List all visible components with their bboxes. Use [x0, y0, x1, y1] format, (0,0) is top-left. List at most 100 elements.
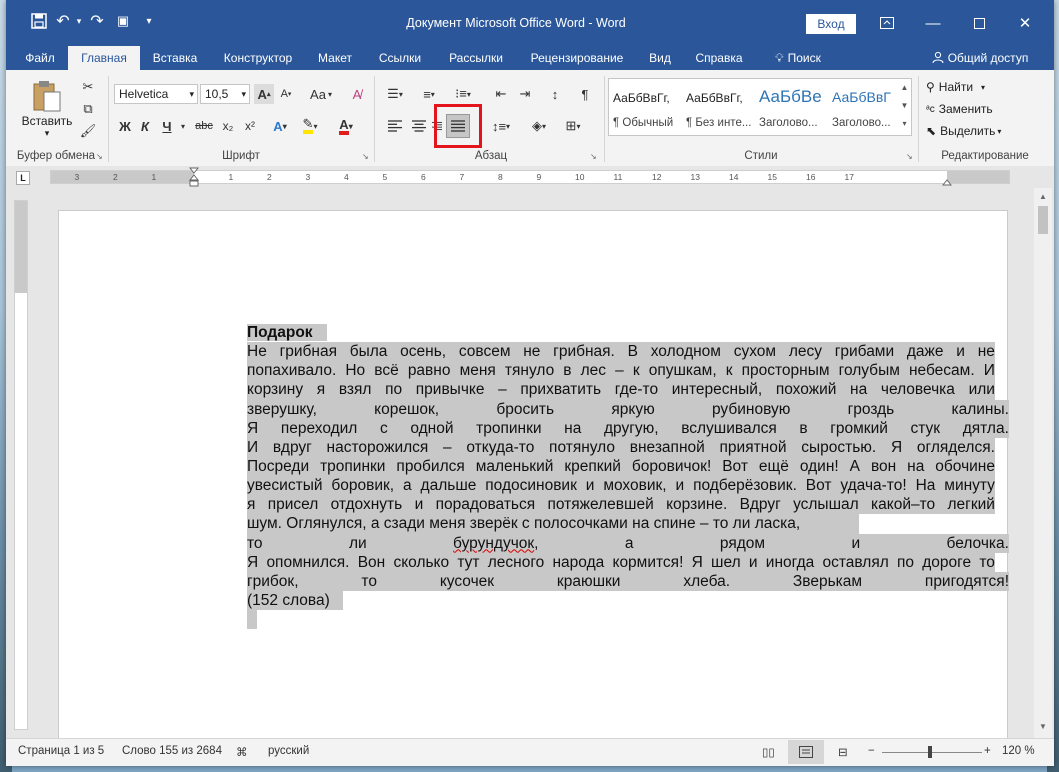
zoom-out-button[interactable]: −	[868, 745, 875, 757]
align-center-icon[interactable]	[408, 114, 430, 138]
style-no-spacing[interactable]: АаБбВвГг, ¶ Без инте...	[682, 79, 754, 135]
vertical-scrollbar[interactable]: ▲ ▼	[1034, 188, 1052, 738]
tab-search[interactable]: 💡︎ Поиск	[760, 46, 836, 70]
underline-button[interactable]: Ч	[158, 116, 176, 136]
undo-dropdown-icon[interactable]: ▾	[74, 9, 84, 33]
tab-mailings[interactable]: Рассылки	[438, 46, 514, 70]
ribbon-display-options-icon[interactable]	[872, 10, 902, 36]
scroll-up-icon[interactable]: ▲	[1034, 192, 1052, 201]
tab-review[interactable]: Рецензирование	[518, 46, 636, 70]
scroll-down-icon[interactable]: ▼	[898, 97, 911, 115]
copy-icon[interactable]: ⧉	[78, 100, 98, 118]
right-indent-marker-icon[interactable]	[941, 177, 953, 187]
font-launcher-icon[interactable]: ↘	[362, 152, 369, 161]
tab-file[interactable]: Файл	[14, 46, 66, 70]
document-word: рубиновую	[711, 400, 791, 418]
bold-button[interactable]: Ж	[116, 116, 134, 136]
superscript-button[interactable]: x²	[240, 116, 260, 136]
scroll-up-icon[interactable]: ▲	[898, 79, 911, 97]
touch-mode-icon[interactable]: ▣	[110, 9, 136, 33]
bullets-icon[interactable]: ☰ ▾	[380, 84, 410, 104]
italic-button[interactable]: К	[136, 116, 154, 136]
decrease-indent-icon[interactable]: ⇤	[490, 84, 512, 104]
document-word: не	[977, 343, 995, 361]
scroll-down-icon[interactable]: ▼	[1034, 722, 1052, 731]
horizontal-ruler[interactable]: 3 2 1 1 2 3 4 5 6 7 8 9 10 11 12 13 14 15 16 17	[50, 167, 1010, 187]
clear-formatting-icon[interactable]: A̸	[346, 84, 368, 104]
indent-marker-icon[interactable]	[188, 167, 200, 187]
proofing-icon[interactable]: ⌘	[236, 745, 248, 759]
language[interactable]: русский	[268, 745, 309, 757]
cut-icon[interactable]: ✂	[78, 78, 98, 96]
maximize-button[interactable]	[964, 10, 994, 36]
document-page[interactable]: Подарок Не грибная была осень, совсем не грибн…	[58, 210, 1009, 752]
change-case-button[interactable]: Аа ▾	[306, 84, 336, 104]
find-button[interactable]: ⚲ Найти ▾	[926, 80, 985, 94]
style-heading-1[interactable]: АаБбВе Заголово...	[755, 79, 827, 135]
show-marks-icon[interactable]: ¶	[574, 84, 596, 104]
zoom-slider-thumb[interactable]	[928, 746, 932, 758]
tab-selector-icon[interactable]: L	[16, 171, 30, 185]
highlight-color-icon[interactable]: ✎ ▾	[296, 116, 324, 136]
save-icon[interactable]	[26, 9, 52, 33]
borders-icon[interactable]: ⊞ ▾	[558, 114, 588, 138]
font-size-combo[interactable]: 10,5 ▾	[200, 84, 250, 104]
increase-indent-icon[interactable]: ⇥	[514, 84, 536, 104]
tab-references[interactable]: Ссылки	[366, 46, 434, 70]
minimize-button[interactable]: —	[918, 10, 948, 36]
underline-dropdown-icon[interactable]: ▾	[178, 116, 188, 136]
share-button[interactable]: Общий доступ	[918, 46, 1042, 70]
tab-insert[interactable]: Вставка	[142, 46, 208, 70]
select-button[interactable]: ⬉ Выделить ▾	[926, 124, 1001, 138]
redo-icon[interactable]: ↷	[84, 9, 110, 33]
subscript-button[interactable]: x₂	[218, 116, 238, 136]
grow-font-button[interactable]: A ▴	[254, 84, 274, 104]
font-name-combo[interactable]: Helvetica ▾	[114, 84, 198, 104]
align-left-icon[interactable]	[384, 114, 406, 138]
more-styles-icon[interactable]: ▾	[898, 115, 911, 133]
replace-button[interactable]: ᵃc Заменить	[926, 102, 993, 116]
zoom-slider-track[interactable]	[882, 752, 982, 753]
word-window: ↶ ▾ ↷ ▣ ▾ Документ Microsoft Office Word…	[6, 0, 1054, 766]
shading-icon[interactable]: ◈ ▾	[524, 114, 554, 138]
sort-icon[interactable]: ↕	[544, 84, 566, 104]
style-heading-2[interactable]: АаБбВвГ Заголово...	[828, 79, 900, 135]
ruler-tick-label: 11	[613, 172, 623, 182]
undo-icon[interactable]: ↶	[52, 9, 74, 33]
word-count[interactable]: Слово 155 из 2684	[122, 745, 222, 757]
document-text[interactable]: Подарок Не грибная была осень, совсем не грибн…	[247, 323, 1009, 630]
web-layout-icon[interactable]: ⊟	[838, 745, 848, 759]
sign-in-button[interactable]: Вход	[806, 14, 856, 34]
page-count[interactable]: Страница 1 из 5	[18, 745, 104, 757]
shrink-font-button[interactable]: A ▾	[276, 84, 296, 104]
customize-toolbar-icon[interactable]: ▾	[136, 9, 162, 33]
paste-button[interactable]: Вставить ▾	[20, 76, 74, 138]
strikethrough-button[interactable]: abc	[192, 116, 216, 136]
tab-home[interactable]: Главная	[68, 46, 140, 70]
clipboard-launcher-icon[interactable]: ↘	[96, 152, 103, 161]
zoom-in-button[interactable]: +	[984, 745, 991, 757]
chevron-down-icon: ▾	[981, 82, 986, 92]
tab-help[interactable]: Справка	[684, 46, 754, 70]
text-effects-icon[interactable]: A ▾	[268, 116, 292, 136]
read-mode-icon[interactable]: ▯▯	[762, 745, 775, 759]
tab-design[interactable]: Конструктор	[212, 46, 304, 70]
font-color-icon[interactable]: A ▾	[332, 116, 360, 136]
format-painter-icon[interactable]: 🖌︎	[78, 122, 98, 140]
numbering-icon[interactable]: ≡ ▾	[414, 84, 444, 104]
tab-layout[interactable]: Макет	[308, 46, 362, 70]
tab-view[interactable]: Вид	[640, 46, 680, 70]
print-layout-icon[interactable]	[788, 740, 824, 764]
multilevel-list-icon[interactable]: ⁝≡ ▾	[448, 84, 478, 104]
styles-launcher-icon[interactable]: ↘	[906, 152, 913, 161]
document-line: грибок, то кусочек краюшки хлеба. Зверькам при…	[247, 571, 1009, 591]
paragraph-launcher-icon[interactable]: ↘	[590, 152, 597, 161]
vertical-ruler[interactable]	[14, 200, 28, 730]
style-normal[interactable]: АаБбВвГг, ¶ Обычный	[609, 79, 681, 135]
styles-scroll[interactable]: ▲ ▼ ▾	[898, 78, 912, 136]
line-spacing-icon[interactable]: ↕≡ ▾	[486, 114, 516, 138]
close-button[interactable]: ✕	[1010, 10, 1040, 36]
scrollbar-thumb[interactable]	[1038, 206, 1048, 234]
shrink-font-label: A	[280, 88, 288, 100]
zoom-level[interactable]: 120 %	[1002, 745, 1035, 757]
